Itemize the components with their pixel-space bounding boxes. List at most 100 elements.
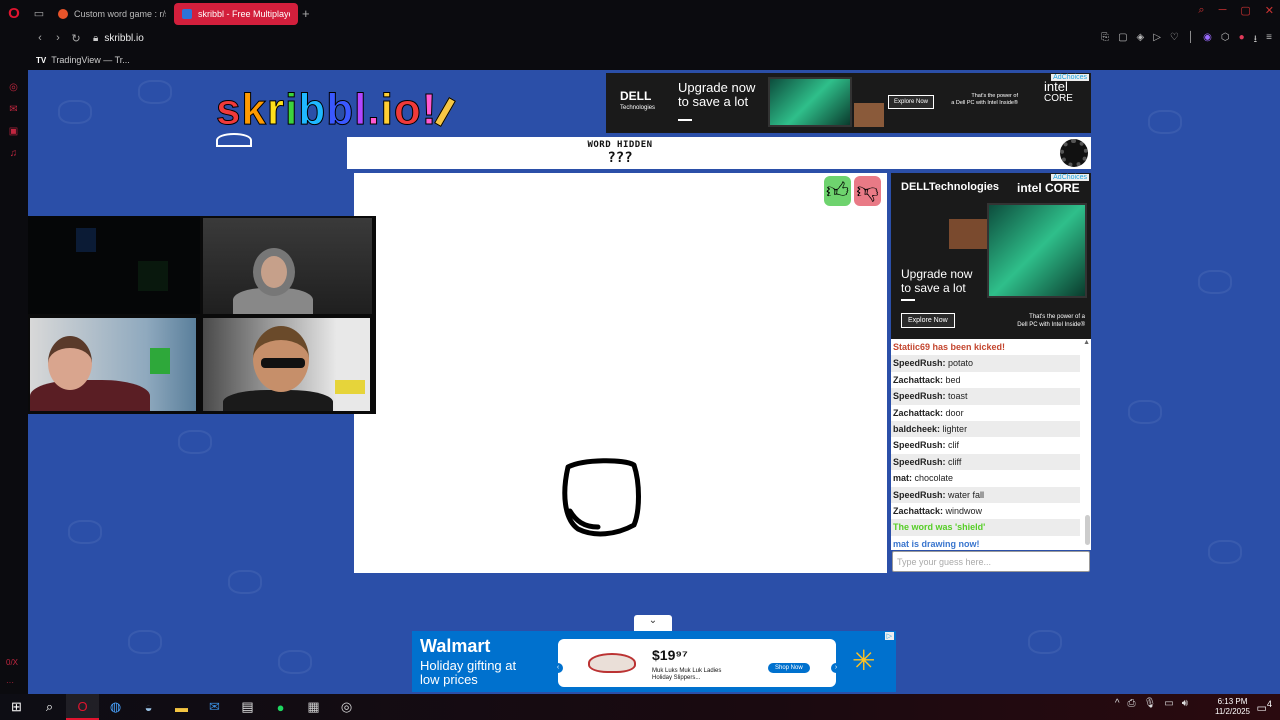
sidebar-more-icon[interactable]: ··· (6, 678, 14, 687)
adchoices-icon[interactable]: ▷ (884, 632, 894, 640)
chat-message: SpeedRush: potato (891, 355, 1080, 372)
skribbl-logo[interactable]: skribbl.io! (215, 85, 457, 135)
chat-message: Zachattack: bed (891, 372, 1080, 388)
tab-strip-icon[interactable]: ▭ (28, 7, 50, 20)
player-drawing (562, 458, 641, 537)
webcam-4 (203, 318, 370, 411)
ad-next-icon[interactable]: › (831, 663, 841, 673)
webcam-1 (28, 216, 200, 314)
collapse-ad-chevron-icon[interactable]: ⌄ (634, 615, 672, 631)
tab-skribbl[interactable]: skribbl - Free Multiplayer (174, 3, 298, 25)
drawing-canvas[interactable]: 👍︎ 👎︎ (354, 173, 887, 573)
menu-icon[interactable]: ≡ (1266, 32, 1272, 49)
sidebar-instagram-icon[interactable]: ▣ (7, 126, 20, 139)
lock-icon[interactable]: 🔒︎ (93, 33, 98, 44)
taskbar-clock[interactable]: 6:13 PM 11/2/2025 (1215, 697, 1250, 717)
reload-icon[interactable]: ↻ (67, 32, 85, 45)
scroll-thumb[interactable] (1085, 515, 1090, 545)
intel-logo: intel CORE (1044, 79, 1073, 104)
extensions-icon[interactable]: ⬡ (1221, 32, 1230, 49)
close-window-icon[interactable]: ✕ (1265, 4, 1274, 17)
forward-icon[interactable]: › (49, 32, 67, 44)
volume-icon[interactable]: 🔊︎ (1182, 698, 1188, 709)
network-icon[interactable]: ▭ (1164, 698, 1173, 709)
app-icon[interactable]: ▦ (297, 694, 330, 720)
spotify-icon[interactable]: ● (264, 694, 297, 720)
ad-prev-icon[interactable]: ‹ (553, 663, 563, 673)
skribbl-page: skribbl.io! DELL Technologies Upgrade now… (28, 70, 1280, 694)
guess-input[interactable] (892, 551, 1090, 572)
desk-image (854, 103, 884, 127)
heart-icon[interactable]: ♡ (1170, 32, 1179, 49)
thumbs-down-icon[interactable]: 👎︎ (854, 176, 881, 206)
settings-gear-icon[interactable] (1060, 139, 1088, 167)
avatar-icon (216, 133, 252, 147)
chat-message: baldcheek: lighter (891, 420, 1080, 438)
ad-banner-side[interactable]: DELLTechnologies intel CORE Upgrade now t… (891, 173, 1091, 339)
opera-taskbar-icon[interactable]: O (66, 694, 99, 720)
tray-expand-icon[interactable]: ^ (1115, 698, 1120, 709)
sidebar-music-icon[interactable]: ♫ (7, 148, 20, 161)
chat-username: Zachattack: (893, 505, 944, 516)
player-icon[interactable]: ▷ (1153, 32, 1161, 49)
ad-explore-button[interactable]: Explore Now (901, 313, 955, 328)
download-icon[interactable]: ⭳ (1254, 32, 1258, 49)
back-icon[interactable]: ‹ (31, 32, 49, 44)
file-explorer-icon[interactable]: ▬ (165, 694, 198, 720)
mail-icon[interactable]: ✉ (198, 694, 231, 720)
ad-explore-button[interactable]: Explore Now (888, 95, 935, 109)
steam-icon[interactable]: ◒ (132, 694, 165, 720)
sidebar-aria-icon[interactable]: ◎ (7, 82, 20, 95)
new-tab-button[interactable]: + (302, 6, 310, 21)
search-icon[interactable]: ⌕ (33, 694, 66, 720)
sidebar-messenger-icon[interactable]: ✉ (7, 104, 20, 117)
adchoices-icon[interactable]: AdChoices (1051, 174, 1089, 181)
ad-divider (901, 299, 915, 301)
tab-reddit[interactable]: Custom word game : r/skr (50, 3, 174, 25)
chat-text: toast (948, 391, 968, 402)
search-tabs-icon[interactable]: ⌕ (1198, 4, 1204, 17)
pencil-icon (434, 97, 457, 128)
ad-brand: DELLTechnologies (620, 89, 656, 111)
notification-count: 4 (1266, 699, 1272, 709)
tab-label: Custom word game : r/skr (74, 9, 166, 19)
ad-banner-bottom[interactable]: Walmart Holiday gifting at low prices ‹ $… (412, 631, 896, 692)
scroll-up-icon[interactable]: ▲ (1083, 339, 1090, 346)
ad-tagline: Holiday gifting at low prices (420, 658, 517, 687)
chat-message: Zachattack: door (891, 405, 1080, 421)
background-doodle (58, 100, 92, 124)
thumbs-up-icon[interactable]: 👍︎ (824, 176, 851, 206)
ad-product-name: Muk Luks Muk Luk Ladies Holiday Slippers.… (652, 668, 722, 681)
ad-shop-button[interactable]: Shop Now (768, 663, 810, 673)
chat-scrollbar[interactable]: ▲ (1083, 339, 1091, 550)
chat-text: lighter (942, 423, 968, 434)
bookmark-icon[interactable]: ⎘ (1101, 32, 1109, 49)
aria-icon[interactable]: ◉ (1203, 32, 1212, 49)
opera-menu-icon[interactable]: O (0, 0, 28, 26)
desk-image (949, 219, 989, 249)
ad-headline: Upgrade now to save a lot (901, 267, 973, 295)
ad-product-card[interactable]: ‹ $19⁹⁷ Muk Luks Muk Luk Ladies Holiday S… (553, 639, 841, 687)
adchoices-icon[interactable]: AdChoices (1051, 74, 1089, 81)
address-bar: ‹ › ↻ 🔒︎ skribbl.io ⎘ ▢ ◈ ▷ ♡ │ ◉ ⬡ ● ⭳ … (0, 26, 1280, 50)
tray-app-icon[interactable]: ⎙ (1128, 698, 1136, 709)
background-doodle (1148, 110, 1182, 134)
webcam-overlay (28, 216, 376, 414)
obs-icon[interactable]: ◎ (330, 694, 363, 720)
snapshot-icon[interactable]: ▢ (1118, 32, 1127, 49)
profile-icon[interactable]: ● (1239, 32, 1245, 49)
ad-banner-top[interactable]: DELL Technologies Upgrade now to save a lo… (606, 73, 1091, 133)
ad-brand: DELLTechnologies (901, 181, 999, 193)
chrome-icon[interactable]: ◍ (99, 694, 132, 720)
chat-box[interactable]: Statiic69 has been kicked! SpeedRush: pot… (891, 339, 1091, 550)
minimize-icon[interactable]: ─ (1219, 4, 1227, 17)
url-field[interactable]: skribbl.io (104, 33, 143, 44)
notification-center-icon[interactable]: ▭4 (1257, 699, 1273, 715)
windows-start-icon[interactable]: ⊞ (0, 694, 33, 720)
store-icon[interactable]: ▤ (231, 694, 264, 720)
chat-username: baldcheek: (893, 423, 941, 434)
maximize-icon[interactable]: ▢ (1240, 4, 1250, 17)
bookmark-tradingview[interactable]: TV TradingView — Tr... (36, 55, 130, 65)
microphone-icon[interactable]: 🎙︎ (1144, 698, 1157, 709)
vpn-icon[interactable]: ◈ (1137, 32, 1145, 49)
